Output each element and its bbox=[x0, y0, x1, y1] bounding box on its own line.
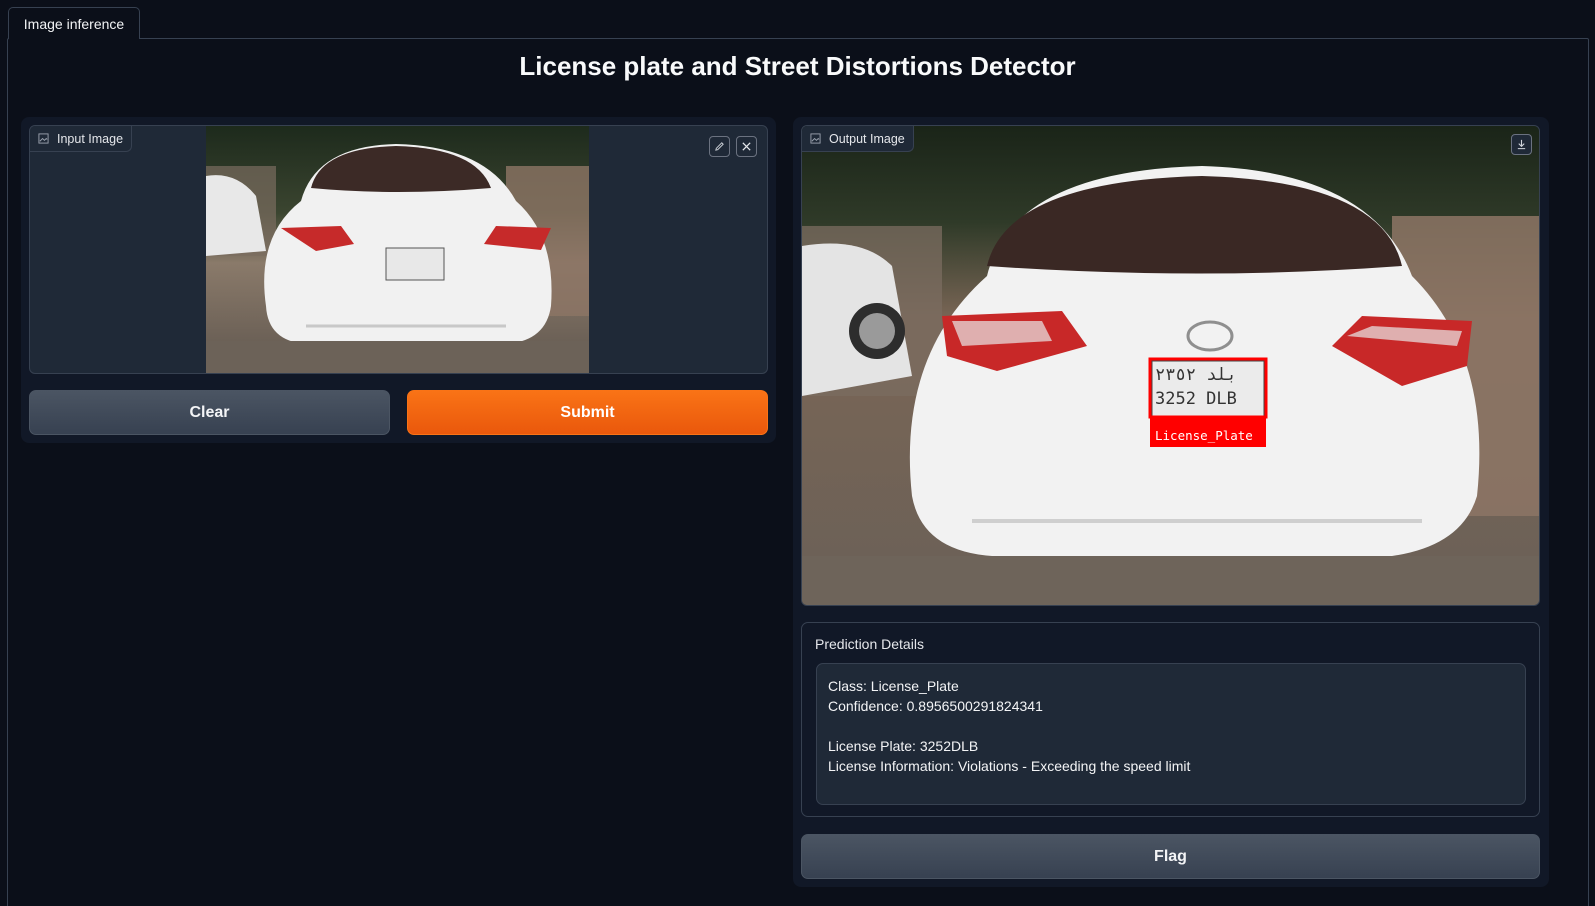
prediction-details-panel: Prediction Details Class: License_Plate … bbox=[801, 622, 1540, 817]
output-image-label-text: Output Image bbox=[829, 131, 905, 146]
input-image-panel[interactable]: Input Image bbox=[29, 125, 768, 374]
output-image-panel: Output Image بلد ٢٣٥٢ 3252 DLB License_P… bbox=[801, 125, 1540, 606]
prediction-line: Class: License_Plate bbox=[828, 678, 959, 694]
image-icon bbox=[810, 133, 821, 144]
prediction-line: License Plate: 3252DLB bbox=[828, 738, 979, 754]
input-image-label: Input Image bbox=[30, 126, 133, 152]
prediction-line: Confidence: 0.8956500291824341 bbox=[828, 698, 1043, 714]
tab-image-inference[interactable]: Image inference bbox=[8, 7, 140, 39]
prediction-details-label: Prediction Details bbox=[815, 636, 924, 652]
prediction-line: License Information: Violations - Exceed… bbox=[828, 758, 1191, 774]
plate-top-text: بلد ٢٣٥٢ bbox=[1155, 365, 1237, 385]
plate-text: بلد ٢٣٥٢ 3252 DLB bbox=[1155, 363, 1259, 411]
output-image-label: Output Image bbox=[802, 126, 914, 152]
submit-button[interactable]: Submit bbox=[407, 390, 768, 435]
input-image-label-text: Input Image bbox=[57, 131, 124, 146]
clear-button[interactable]: Clear bbox=[29, 390, 390, 435]
plate-bottom-text: 3252 DLB bbox=[1155, 389, 1237, 409]
close-icon[interactable] bbox=[736, 136, 757, 157]
prediction-line bbox=[828, 716, 1514, 736]
prediction-details-textbox[interactable]: Class: License_Plate Confidence: 0.89565… bbox=[816, 663, 1526, 805]
output-block: Output Image بلد ٢٣٥٢ 3252 DLB License_P… bbox=[793, 117, 1549, 887]
image-icon bbox=[38, 133, 49, 144]
download-icon[interactable] bbox=[1511, 134, 1532, 155]
detection-label: License_Plate bbox=[1155, 428, 1253, 443]
input-block: Input Image Clear Submit bbox=[21, 117, 776, 443]
page-title: License plate and Street Distortions Det… bbox=[519, 51, 1076, 81]
pencil-icon[interactable] bbox=[709, 136, 730, 157]
flag-button[interactable]: Flag bbox=[801, 834, 1540, 879]
input-car-photo bbox=[206, 126, 589, 373]
